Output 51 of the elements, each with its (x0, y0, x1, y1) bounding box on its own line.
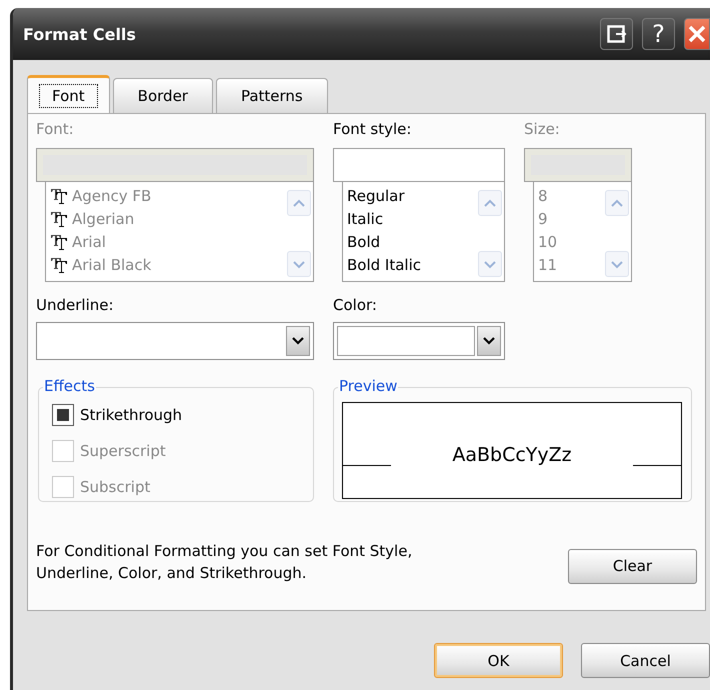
info-text: For Conditional Formatting you can set Font Style, Underline, Color, and Strikethrough. (36, 541, 414, 584)
preview-sample: AaBbCcYyZz (452, 444, 572, 466)
font-type-icon (50, 210, 68, 228)
tab[interactable]: Font (27, 75, 110, 113)
window-icon (606, 25, 626, 43)
dialog-button[interactable]: OK (434, 643, 563, 678)
clear-button[interactable]: Clear (568, 548, 697, 584)
list-item[interactable]: Bold Italic (347, 256, 422, 274)
list-box[interactable]: Regular Italic Bold Bold Italic (342, 182, 505, 282)
checkbox-label: Strikethrough (80, 406, 182, 424)
field-label: Size: (524, 120, 561, 140)
font-type-icon (50, 256, 68, 274)
window-button[interactable] (600, 18, 633, 50)
scroll-up-button[interactable] (287, 190, 311, 216)
chevron-up-icon (610, 198, 624, 208)
checkbox-label: Subscript (80, 478, 150, 496)
scroll-down-button[interactable] (287, 251, 311, 277)
field-label: Font: (36, 120, 75, 140)
close-icon (688, 25, 706, 43)
list-item[interactable]: Bold (347, 232, 380, 250)
scroll-down-button[interactable] (478, 251, 502, 277)
window-title: Format Cells (23, 24, 137, 44)
font-type-icon (50, 186, 68, 204)
font-type-icon (50, 232, 68, 250)
close-button[interactable] (684, 18, 710, 50)
scroll-up-button[interactable] (478, 190, 502, 216)
dropdown[interactable] (36, 322, 314, 360)
tab[interactable]: Border (112, 78, 213, 113)
scroll-down-button[interactable] (605, 251, 629, 277)
tab[interactable]: Patterns (216, 78, 328, 113)
input-field[interactable] (36, 148, 314, 182)
dialog-button[interactable]: Cancel (581, 643, 710, 678)
chevron-down-icon (292, 260, 306, 268)
field-label: Font style: (333, 120, 412, 140)
scroll-up-button[interactable] (605, 190, 629, 216)
color-dropdown[interactable] (333, 322, 505, 360)
input-field[interactable] (524, 148, 632, 182)
checkbox[interactable] (52, 404, 74, 426)
chevron-up-icon (292, 198, 306, 208)
caret-icon (483, 337, 495, 345)
chevron-down-icon (483, 260, 497, 268)
list-item[interactable]: Regular (347, 186, 405, 204)
field-label: Color: (333, 296, 378, 316)
chevron-down-icon (610, 260, 624, 268)
help-button[interactable]: ? (642, 18, 675, 50)
caret-icon (292, 337, 304, 345)
field-label: Underline: (36, 296, 115, 316)
input-field[interactable] (333, 148, 505, 182)
checkbox-label: Superscript (80, 442, 166, 460)
list-item[interactable]: Italic (347, 210, 384, 228)
chevron-up-icon (483, 198, 497, 208)
